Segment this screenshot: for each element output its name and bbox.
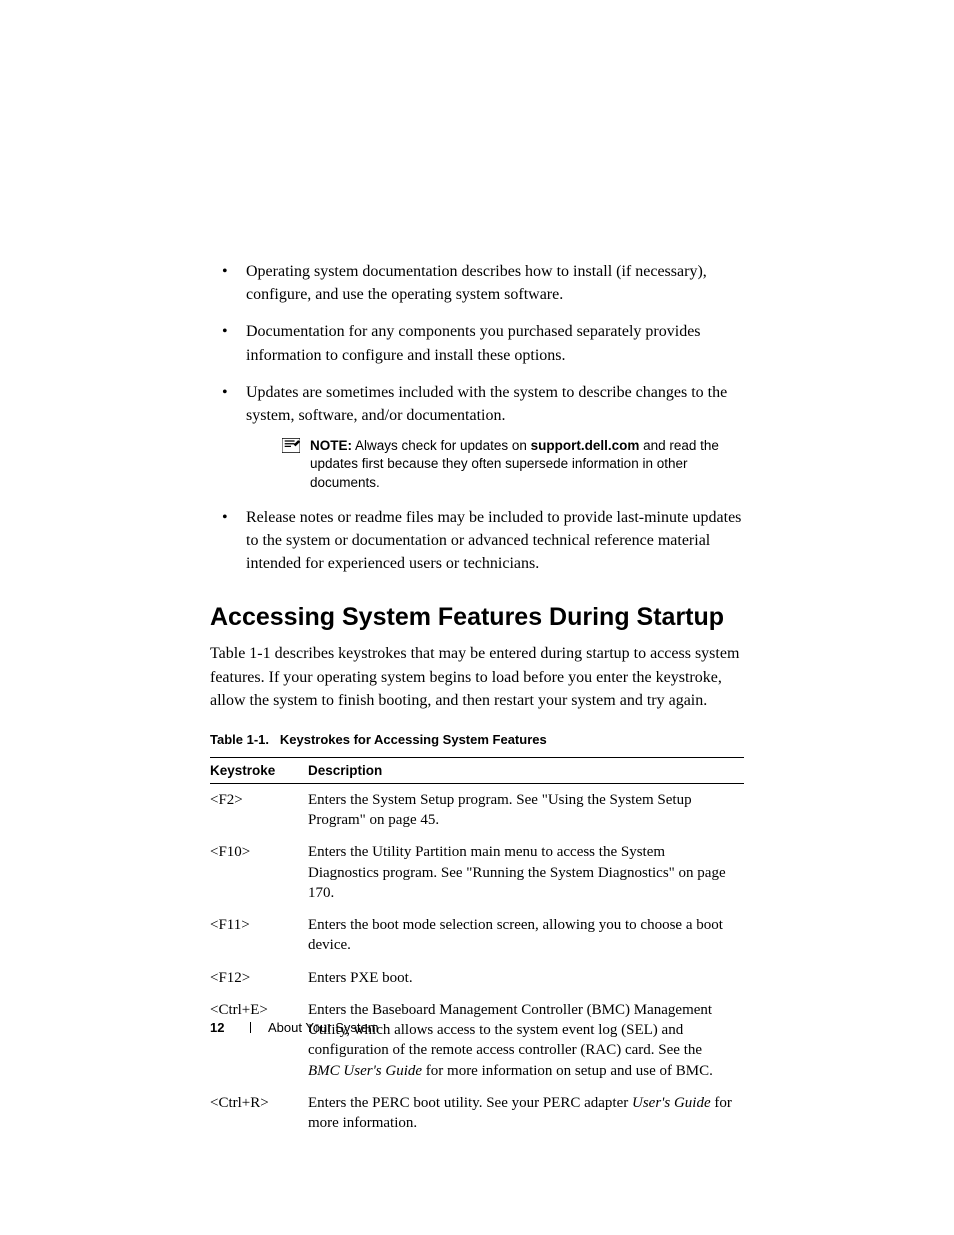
page-number: 12 (210, 1020, 224, 1035)
cell-description: Enters the System Setup program. See "Us… (308, 783, 744, 836)
col-keystroke: Keystroke (210, 757, 308, 783)
table-row: <F12> Enters PXE boot. (210, 962, 744, 994)
table-header-row: Keystroke Description (210, 757, 744, 783)
bullet-list: Operating system documentation describes… (210, 260, 744, 575)
footer-separator (250, 1022, 251, 1033)
col-description: Description (308, 757, 744, 783)
cell-keystroke: <Ctrl+E> (210, 994, 308, 1087)
table-row: <Ctrl+R> Enters the PERC boot utility. S… (210, 1087, 744, 1140)
table-caption-title: Keystrokes for Accessing System Features (280, 732, 547, 747)
section-body: Table 1-1 describes keystrokes that may … (210, 642, 744, 712)
page-content: Operating system documentation describes… (0, 0, 954, 1139)
cell-description: Enters the Utility Partition main menu t… (308, 836, 744, 909)
table-caption-ref: Table 1-1. (210, 732, 269, 747)
cell-description: Enters the boot mode selection screen, a… (308, 909, 744, 962)
list-item: Operating system documentation describes… (210, 260, 744, 306)
cell-keystroke: <F11> (210, 909, 308, 962)
desc-post: for more information on setup and use of… (422, 1063, 713, 1079)
table-row: <F11> Enters the boot mode selection scr… (210, 909, 744, 962)
table-row: <Ctrl+E> Enters the Baseboard Management… (210, 994, 744, 1087)
desc-pre: Enters the PERC boot utility. See your P… (308, 1095, 632, 1111)
keystrokes-table: Keystroke Description <F2> Enters the Sy… (210, 757, 744, 1140)
note-block: NOTE: Always check for updates on suppor… (282, 437, 744, 492)
table-row: <F2> Enters the System Setup program. Se… (210, 783, 744, 836)
list-item: Updates are sometimes included with the … (210, 381, 744, 492)
note-text: NOTE: Always check for updates on suppor… (310, 437, 744, 492)
cell-description: Enters PXE boot. (308, 962, 744, 994)
cell-keystroke: <Ctrl+R> (210, 1087, 308, 1140)
desc-italic: User's Guide (632, 1095, 711, 1111)
bullet-text: Updates are sometimes included with the … (246, 384, 727, 424)
note-label: NOTE: (310, 438, 352, 453)
cell-keystroke: <F2> (210, 783, 308, 836)
desc-italic: BMC User's Guide (308, 1063, 422, 1079)
note-icon (282, 438, 300, 453)
note-pre: Always check for updates on (352, 438, 531, 453)
list-item: Documentation for any components you pur… (210, 320, 744, 366)
bullet-text: Operating system documentation describes… (246, 263, 707, 303)
cell-keystroke: <F12> (210, 962, 308, 994)
cell-keystroke: <F10> (210, 836, 308, 909)
note-site: support.dell.com (531, 438, 640, 453)
table-caption: Table 1-1. Keystrokes for Accessing Syst… (210, 732, 744, 747)
cell-description: Enters the Baseboard Management Controll… (308, 994, 744, 1087)
footer-section: About Your System (268, 1020, 379, 1035)
page-footer: 12 About Your System (210, 1020, 379, 1035)
bullet-text: Release notes or readme files may be inc… (246, 509, 741, 572)
cell-description: Enters the PERC boot utility. See your P… (308, 1087, 744, 1140)
list-item: Release notes or readme files may be inc… (210, 506, 744, 576)
section-heading: Accessing System Features During Startup (210, 603, 744, 632)
table-row: <F10> Enters the Utility Partition main … (210, 836, 744, 909)
bullet-text: Documentation for any components you pur… (246, 323, 701, 363)
